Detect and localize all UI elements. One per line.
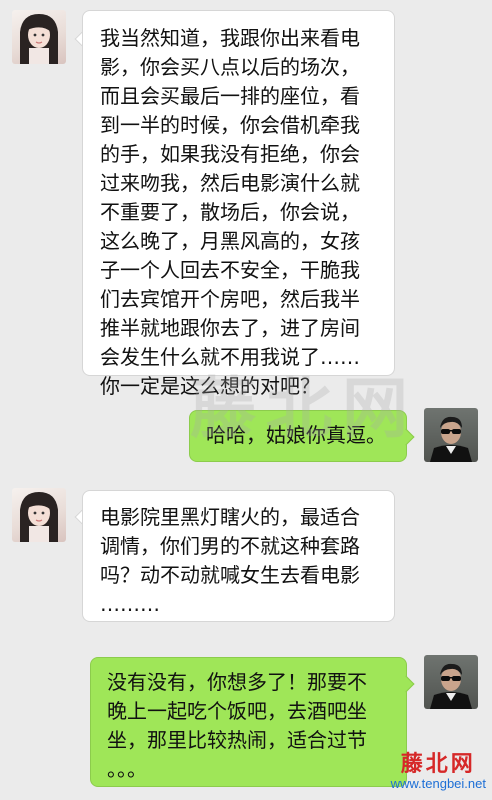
girl-avatar[interactable]: [12, 488, 66, 542]
message-bubble-outgoing[interactable]: 没有没有，你想多了！那要不 晚上一起吃个饭吧，去酒吧坐 坐，那里比较热闹，适合过…: [90, 657, 407, 787]
man-avatar[interactable]: [424, 408, 478, 462]
message-bubble-incoming[interactable]: 电影院里黑灯瞎火的，最适合 调情，你们男的不就这种套路 吗？动不动就喊女生去看电…: [82, 490, 395, 622]
message-bubble-outgoing[interactable]: 哈哈，姑娘你真逗。: [189, 410, 407, 462]
site-logo-url: www.tengbei.net: [390, 776, 486, 791]
site-logo-name: 藤北网: [400, 751, 476, 777]
girl-avatar-icon: [20, 14, 58, 64]
message-text: 哈哈，姑娘你真逗。: [206, 423, 386, 447]
man-avatar[interactable]: [424, 655, 478, 709]
girl-avatar-icon: [20, 492, 58, 542]
girl-avatar[interactable]: [12, 10, 66, 64]
message-text: 没有没有，你想多了！那要不 晚上一起吃个饭吧，去酒吧坐 坐，那里比较热闹，适合过…: [107, 670, 367, 781]
message-text: 我当然知道，我跟你出来看电 影，你会买八点以后的场次， 而且会买最后一排的座位，…: [100, 26, 360, 398]
message-bubble-incoming[interactable]: 我当然知道，我跟你出来看电 影，你会买八点以后的场次， 而且会买最后一排的座位，…: [82, 10, 395, 398]
message-text: 电影院里黑灯瞎火的，最适合 调情，你们男的不就这种套路 吗？动不动就喊女生去看电…: [100, 505, 360, 616]
man-in-sunglasses-icon: [430, 416, 472, 462]
site-logo: 藤北网 www.tengbei.net: [391, 752, 486, 792]
man-in-sunglasses-icon: [430, 663, 472, 709]
